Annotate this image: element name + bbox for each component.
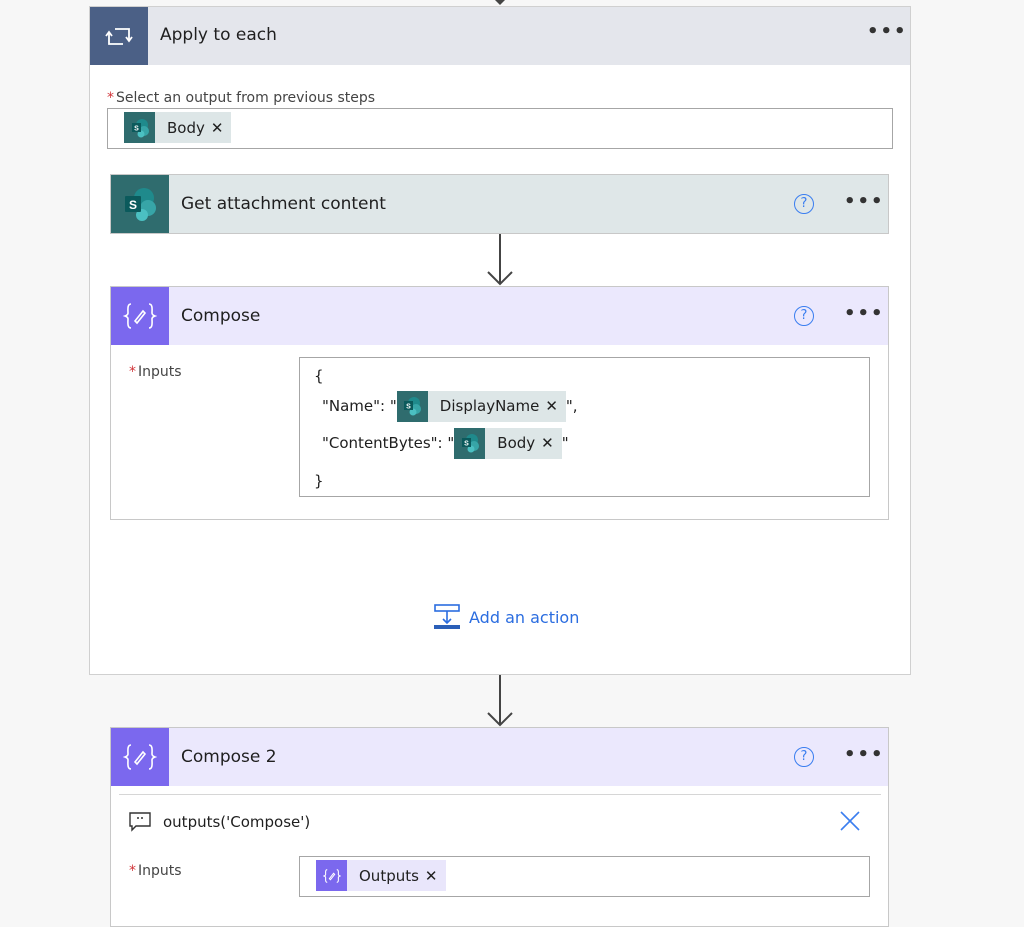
divider	[119, 794, 881, 795]
connector-arrow	[487, 234, 513, 286]
add-action-icon	[434, 604, 460, 629]
add-action-button[interactable]: Add an action	[433, 604, 579, 630]
sharepoint-icon: S	[396, 390, 428, 422]
compose-icon	[111, 728, 169, 786]
help-icon[interactable]: ?	[794, 194, 814, 214]
dynamic-content-token[interactable]: S DisplayName ✕	[396, 390, 566, 422]
json-open-brace: {	[314, 367, 324, 385]
inputs-field[interactable]: Outputs ✕	[299, 856, 870, 897]
more-options-button[interactable]: •••	[844, 191, 885, 212]
help-icon[interactable]: ?	[794, 306, 814, 326]
sharepoint-icon: S	[124, 112, 155, 143]
token-label: Body	[497, 434, 536, 452]
more-options-button[interactable]: •••	[867, 21, 908, 42]
inputs-editor[interactable]: { "Name": " S DisplayName ✕ ", "ContentB…	[299, 357, 870, 497]
remove-token-icon[interactable]: ✕	[541, 434, 562, 452]
svg-text:S: S	[464, 441, 469, 448]
action-card-compose: Compose ? ••• * Inputs { "Name": " S Disp…	[110, 286, 889, 520]
svg-text:S: S	[129, 198, 137, 212]
action-title: Compose	[181, 306, 261, 326]
action-header[interactable]: Compose 2 ? •••	[111, 728, 888, 786]
action-card-compose-2: Compose 2 ? ••• outputs('Compose') * Inpu…	[110, 727, 889, 927]
action-header[interactable]: S Get attachment content ? •••	[111, 175, 888, 233]
compose-icon	[111, 287, 169, 345]
required-asterisk: *	[129, 863, 136, 879]
apply-to-each-title: Apply to each	[160, 25, 277, 45]
json-line-contentbytes: "ContentBytes": " S Body ✕ "	[322, 427, 569, 459]
required-asterisk: *	[107, 90, 114, 106]
expression-tooltip: outputs('Compose')	[129, 812, 310, 832]
svg-text:S: S	[134, 125, 139, 132]
json-close-brace: }	[314, 472, 324, 490]
compose-icon	[316, 860, 347, 891]
token-label: Body	[167, 118, 205, 137]
action-header[interactable]: Compose ? •••	[111, 287, 888, 345]
inputs-label: * Inputs	[129, 863, 182, 879]
inputs-label: * Inputs	[129, 364, 182, 380]
dynamic-content-token[interactable]: Outputs ✕	[316, 860, 446, 891]
loop-icon	[90, 7, 148, 65]
select-output-input[interactable]: S Body ✕	[107, 108, 893, 149]
json-line-name: "Name": " S DisplayName ✕ ",	[322, 390, 578, 422]
more-options-button[interactable]: •••	[844, 303, 885, 324]
connector-arrow	[487, 675, 513, 727]
more-options-button[interactable]: •••	[844, 744, 885, 765]
close-icon[interactable]	[838, 809, 862, 833]
help-icon[interactable]: ?	[794, 747, 814, 767]
dynamic-content-token[interactable]: S Body ✕	[124, 112, 232, 143]
remove-token-icon[interactable]: ✕	[211, 119, 232, 137]
action-title: Get attachment content	[181, 194, 386, 214]
apply-to-each-header[interactable]: Apply to each •••	[90, 7, 910, 65]
select-output-label: * Select an output from previous steps	[107, 90, 376, 106]
add-action-label: Add an action	[469, 607, 580, 627]
action-title: Compose 2	[181, 747, 277, 767]
comment-icon	[129, 812, 151, 832]
dynamic-content-token[interactable]: S Body ✕	[454, 427, 562, 459]
action-card-get-attachment-content: S Get attachment content ? •••	[110, 174, 889, 234]
expression-text: outputs('Compose')	[163, 813, 311, 831]
sharepoint-icon: S	[111, 175, 169, 233]
svg-text:S: S	[406, 404, 411, 411]
token-label: Outputs	[359, 866, 419, 885]
required-asterisk: *	[129, 364, 136, 380]
remove-token-icon[interactable]: ✕	[545, 397, 566, 415]
sharepoint-icon: S	[454, 427, 486, 459]
remove-token-icon[interactable]: ✕	[425, 867, 446, 885]
token-label: DisplayName	[439, 397, 540, 415]
